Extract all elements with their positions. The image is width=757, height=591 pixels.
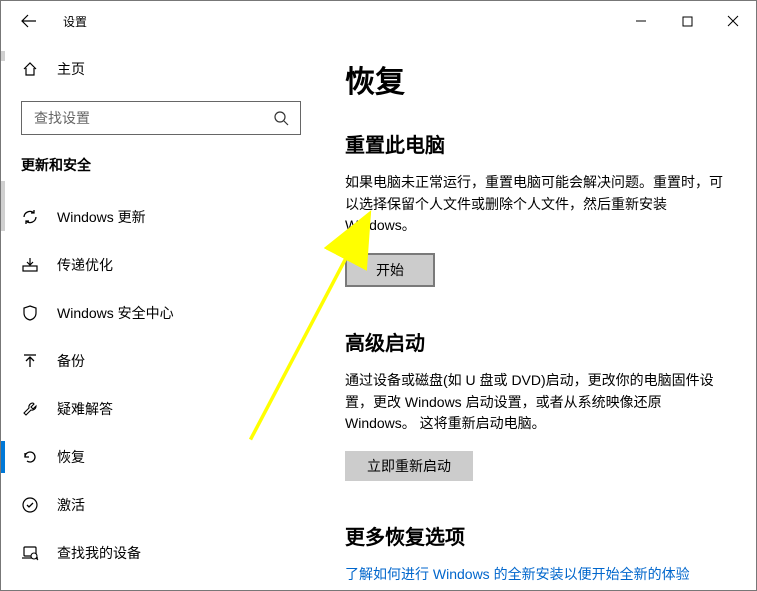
edge-artifact [1, 181, 5, 231]
sidebar-item-activation[interactable]: 激活 [1, 481, 321, 529]
more-heading: 更多恢复选项 [345, 521, 726, 550]
reset-heading: 重置此电脑 [345, 129, 726, 158]
reset-body: 如果电脑未正常运行，重置电脑可能会解决问题。重置时，可以选择保留个人文件或删除个… [345, 172, 726, 237]
sidebar-item-find-my-device[interactable]: 查找我的设备 [1, 529, 321, 577]
window-title: 设置 [63, 13, 87, 30]
back-arrow-icon [21, 13, 37, 29]
sidebar-item-label: 查找我的设备 [57, 543, 141, 563]
fresh-install-link[interactable]: 了解如何进行 Windows 的全新安装以便开始全新的体验 [345, 566, 690, 582]
home-label: 主页 [57, 59, 85, 79]
titlebar: 设置 [1, 1, 756, 41]
sidebar-item-label: 备份 [57, 351, 85, 371]
home-icon [21, 61, 39, 77]
backup-icon [21, 352, 39, 370]
edge-artifact [1, 51, 5, 61]
sidebar: 主页 更新和安全 Windows 更新 传递优化 Windows 安 [1, 41, 321, 590]
shield-icon [21, 304, 39, 322]
search-icon [272, 110, 290, 126]
sidebar-item-label: 激活 [57, 495, 85, 515]
sidebar-item-label: Windows 更新 [57, 207, 146, 227]
main-panel: 恢复 重置此电脑 如果电脑未正常运行，重置电脑可能会解决问题。重置时，可以选择保… [321, 41, 756, 590]
sidebar-item-windows-update[interactable]: Windows 更新 [1, 193, 321, 241]
minimize-icon [635, 15, 647, 27]
activation-icon [21, 496, 39, 514]
restart-now-button[interactable]: 立即重新启动 [345, 451, 473, 481]
close-icon [727, 15, 739, 27]
minimize-button[interactable] [618, 1, 664, 41]
search-box[interactable] [21, 101, 301, 135]
delivery-icon [21, 256, 39, 274]
sidebar-item-recovery[interactable]: 恢复 [1, 433, 321, 481]
maximize-button[interactable] [664, 1, 710, 41]
maximize-icon [682, 16, 693, 27]
page-title: 恢复 [345, 57, 726, 101]
troubleshoot-icon [21, 400, 39, 418]
recovery-icon [21, 448, 39, 466]
advanced-heading: 高级启动 [345, 327, 726, 356]
reset-start-button[interactable]: 开始 [345, 253, 435, 287]
sidebar-item-label: 传递优化 [57, 255, 113, 275]
back-button[interactable] [9, 1, 49, 41]
search-input[interactable] [32, 109, 272, 127]
sidebar-item-windows-security[interactable]: Windows 安全中心 [1, 289, 321, 337]
find-device-icon [21, 544, 39, 562]
sidebar-item-backup[interactable]: 备份 [1, 337, 321, 385]
close-button[interactable] [710, 1, 756, 41]
sidebar-item-troubleshoot[interactable]: 疑难解答 [1, 385, 321, 433]
sidebar-item-label: 恢复 [57, 447, 85, 467]
category-header: 更新和安全 [1, 149, 321, 193]
advanced-body: 通过设备或磁盘(如 U 盘或 DVD)启动，更改你的电脑固件设置，更改 Wind… [345, 370, 726, 435]
sidebar-item-label: Windows 安全中心 [57, 303, 174, 323]
sidebar-item-label: 疑难解答 [57, 399, 113, 419]
home-nav[interactable]: 主页 [1, 51, 321, 87]
sync-icon [21, 208, 39, 226]
sidebar-item-delivery-optimization[interactable]: 传递优化 [1, 241, 321, 289]
